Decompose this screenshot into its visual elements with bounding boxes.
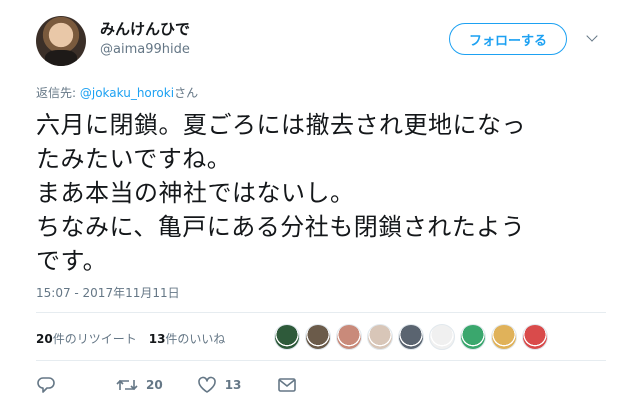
liker-avatar[interactable] (491, 324, 517, 350)
avatar[interactable] (36, 16, 86, 66)
tweet-text: 六月に閉鎖。夏ごろには撤去され更地になっ たみたいですね。 まあ本当の神社ではな… (36, 108, 616, 278)
liker-avatar[interactable] (274, 324, 300, 350)
retweet-action[interactable]: 20 (116, 376, 163, 394)
liker-avatar[interactable] (429, 324, 455, 350)
user-handle[interactable]: @aima99hide (100, 42, 190, 57)
tweet-line: 六月に閉鎖。夏ごろには撤去され更地になっ (36, 111, 526, 139)
chevron-down-icon[interactable] (586, 30, 598, 42)
liker-avatars (274, 324, 553, 350)
divider (36, 360, 606, 361)
retweet-stat[interactable]: 20件のリツイート (36, 332, 137, 346)
liker-avatar[interactable] (367, 324, 393, 350)
heart-icon (197, 376, 217, 394)
tweet-stats: 20件のリツイート 13件のいいね (36, 330, 225, 347)
like-stat[interactable]: 13件のいいね (149, 332, 226, 346)
tweet-line: まあ本当の神社ではないし。 (36, 179, 355, 207)
retweet-count: 20 (146, 378, 163, 392)
message-action[interactable] (277, 377, 297, 393)
divider (36, 312, 606, 313)
timestamp[interactable]: 15:07 - 2017年11月11日 (36, 284, 180, 301)
retweet-stat-count: 20 (36, 332, 53, 346)
tweet-line: ちなみに、亀戸にある分社も閉鎖されたよう (36, 213, 526, 241)
like-count: 13 (224, 378, 242, 392)
display-name[interactable]: みんけんひで (100, 18, 190, 39)
envelope-icon (277, 377, 297, 393)
reply-prefix: 返信先: (36, 86, 80, 100)
tweet-line: です。 (36, 247, 108, 275)
reply-suffix: さん (174, 86, 199, 100)
liker-avatar[interactable] (398, 324, 424, 350)
reply-to: 返信先: @jokaku_horokiさん (36, 84, 198, 101)
reply-icon (36, 376, 56, 394)
liker-avatar[interactable] (522, 324, 548, 350)
retweet-icon (116, 376, 138, 394)
reply-action[interactable] (36, 376, 56, 394)
liker-avatar[interactable] (460, 324, 486, 350)
like-action[interactable]: 13 (197, 376, 242, 394)
liker-avatar[interactable] (305, 324, 331, 350)
tweet-actions: 20 13 (36, 374, 297, 396)
retweet-stat-label: 件のリツイート (52, 332, 137, 346)
follow-button[interactable]: フォローする (449, 23, 567, 55)
like-stat-label: 件のいいね (165, 332, 226, 346)
tweet-line: たみたいですね。 (36, 145, 232, 173)
like-stat-count: 13 (148, 332, 166, 346)
reply-mention-link[interactable]: @jokaku_horoki (80, 86, 174, 100)
liker-avatar[interactable] (336, 324, 362, 350)
